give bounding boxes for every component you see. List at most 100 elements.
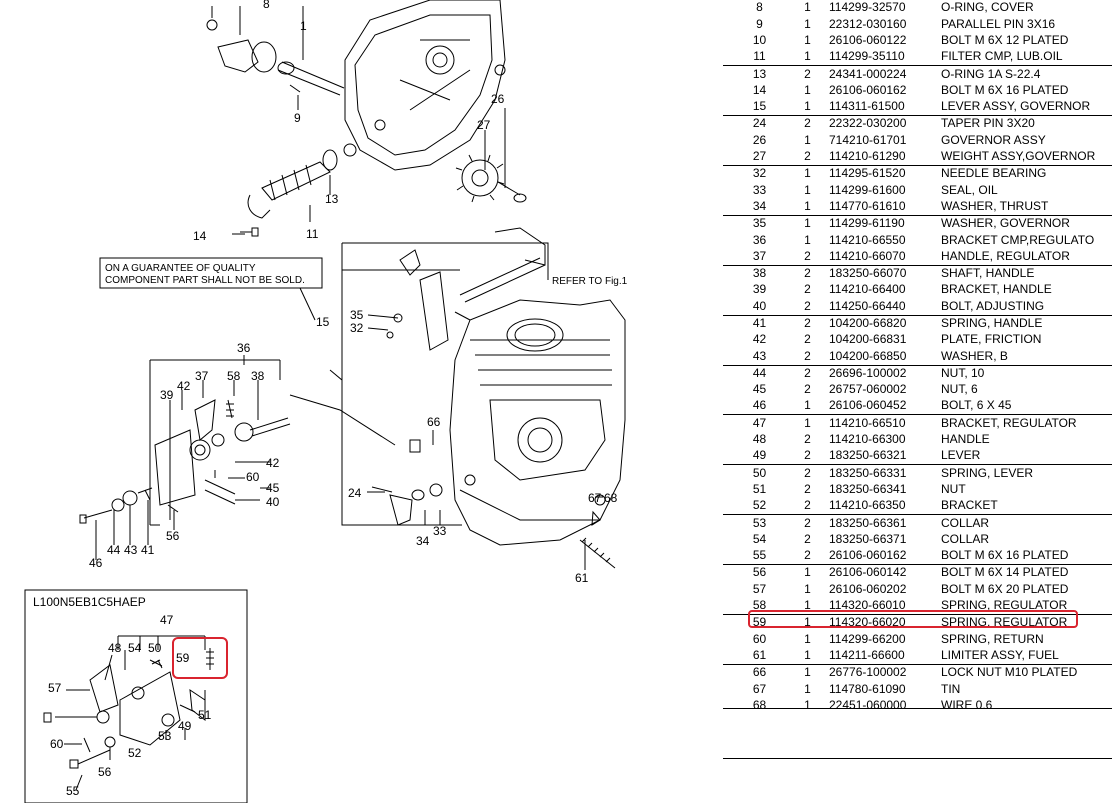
ref-cell: 51 [752, 481, 767, 496]
callout: 61 [575, 571, 589, 585]
callout: 34 [416, 534, 430, 548]
qty-cell: 2 [804, 432, 811, 447]
description-cell: BRACKET [941, 498, 998, 513]
qty-cell: 2 [804, 548, 811, 563]
part-number-cell: 114210-66070 [829, 248, 906, 263]
qty-cell: 1 [804, 681, 811, 696]
ref-cell: 67 [752, 681, 767, 696]
description-cell: WEIGHT ASSY,GOVERNOR [941, 149, 1096, 164]
ref-cell: 39 [752, 282, 767, 297]
callout: 58 [227, 369, 241, 383]
refer-label: REFER TO Fig.1 [552, 276, 628, 287]
ref-cell: 10 [752, 32, 767, 47]
description-cell: WASHER, GOVERNOR [939, 214, 1112, 233]
ref-cell: 44 [723, 364, 796, 382]
description-cell: LEVER ASSY, GOVERNOR [941, 99, 1091, 114]
ref-cell: 46 [752, 398, 767, 413]
part-number-cell: 26106-060142 [819, 564, 939, 582]
qty-cell: 1 [804, 82, 811, 97]
ref-cell: 52 [752, 498, 767, 513]
part-number-cell: 183250-66341 [829, 481, 907, 496]
ref-cell: 38 [723, 264, 796, 283]
qty-cell: 1 [796, 564, 819, 582]
ref-cell: 43 [752, 348, 767, 363]
description-cell: SHAFT, HANDLE [939, 264, 1112, 283]
callout: 32 [350, 321, 364, 335]
callout: 51 [198, 708, 212, 722]
governor-lever-drawing [240, 149, 338, 237]
part-number-cell: 114299-66200 [829, 631, 906, 646]
description-cell: BOLT, 6 X 45 [941, 398, 1012, 413]
description-cell: SPRING, HANDLE [939, 314, 1112, 332]
parts-row: 39 2 114210-66400 BRACKET, HANDLE [723, 282, 1112, 298]
callout: 40 [266, 495, 280, 509]
parts-row: 51 2 183250-66341 NUT [723, 482, 1112, 498]
part-number-cell: 114210-61290 [829, 149, 906, 164]
ref-cell: 55 [752, 548, 767, 563]
parts-row: 33 1 114299-61600 SEAL, OIL [723, 182, 1112, 198]
callout: 8 [263, 0, 270, 11]
inset-title: L100N5EB1C5HAEP [33, 595, 146, 609]
description-cell: LEVER [941, 448, 981, 463]
qty-cell: 1 [796, 214, 819, 233]
callout: 60 [50, 737, 64, 751]
parts-row: 37 2 114210-66070 HANDLE, REGULATOR [723, 248, 1112, 265]
part-number-cell: 22312-030160 [829, 16, 907, 31]
description-cell: SEAL, OIL [941, 182, 998, 197]
callout: 9 [294, 111, 301, 125]
description-cell: PLATE, FRICTION [941, 332, 1042, 347]
parts-row: 60 1 114299-66200 SPRING, RETURN [723, 631, 1112, 647]
parts-row: 8 1 114299-32570 O-RING, COVER [723, 0, 1112, 16]
ref-cell: 50 [723, 464, 796, 482]
ref-cell: 54 [752, 531, 767, 546]
governor-gear-drawing [455, 154, 527, 203]
part-number-cell: 26106-060162 [829, 82, 907, 97]
qty-cell: 2 [796, 514, 819, 532]
part-number-cell: 26696-100002 [819, 364, 939, 382]
qty-cell: 1 [804, 697, 811, 712]
part-number-cell: 26757-060002 [829, 382, 907, 397]
ref-cell: 48 [752, 432, 767, 447]
ref-cell: 9 [756, 16, 763, 31]
ref-cell: 35 [723, 214, 796, 233]
description-cell: NUT, 6 [941, 382, 978, 397]
part-number-cell: 104200-66850 [829, 348, 907, 363]
description-cell: NUT [941, 481, 966, 496]
callout: 11 [306, 227, 319, 241]
qty-cell: 2 [796, 115, 819, 133]
parts-row: 13 2 24341-000224 O-RING 1A S-22.4 [723, 65, 1112, 83]
parts-row: 38 2 183250-66070 SHAFT, HANDLE [723, 264, 1112, 283]
callout: 35 [350, 308, 364, 322]
parts-row: 57 1 26106-060202 BOLT M 6X 20 PLATED [723, 581, 1112, 597]
ref-cell: 53 [723, 514, 796, 532]
parts-row: 67 1 114780-61090 TIN [723, 681, 1112, 697]
qty-cell: 2 [804, 531, 811, 546]
table-bottom-rule-2 [723, 758, 1112, 759]
parts-row: 52 2 114210-66350 BRACKET [723, 498, 1112, 515]
description-cell: TIN [941, 681, 961, 696]
part-number-cell: 22451-060000 [829, 697, 907, 712]
description-cell: WASHER, B [941, 348, 1008, 363]
callout: 27 [477, 118, 491, 132]
description-cell: COLLAR [939, 514, 1112, 532]
parts-row: 45 2 26757-060002 NUT, 6 [723, 382, 1112, 398]
description-cell: GOVERNOR ASSY [941, 132, 1046, 147]
parts-row: 46 1 26106-060452 BOLT, 6 X 45 [723, 398, 1112, 415]
description-cell: BOLT M 6X 16 PLATED [941, 82, 1069, 97]
parts-row: 55 2 26106-060162 BOLT M 6X 16 PLATED [723, 548, 1112, 565]
qty-cell: 1 [804, 581, 811, 596]
parts-row: 36 1 114210-66550 BRACKET CMP,REGULATO [723, 232, 1112, 248]
callout: 39 [160, 388, 174, 402]
callout: 49 [178, 719, 192, 733]
oil-filter-drawing [206, 19, 345, 96]
crankcase-cover-drawing [343, 0, 506, 171]
description-cell: PARALLEL PIN 3X16 [941, 16, 1056, 31]
callout: 45 [266, 481, 280, 495]
qty-cell: 2 [796, 464, 819, 482]
callout: 55 [66, 784, 80, 798]
part-number-cell: 114210-66300 [829, 432, 906, 447]
ref-cell: 27 [752, 149, 767, 164]
description-cell: COLLAR [941, 531, 990, 546]
part-number-cell: 104200-66831 [829, 332, 907, 347]
ref-cell: 24 [723, 115, 796, 133]
